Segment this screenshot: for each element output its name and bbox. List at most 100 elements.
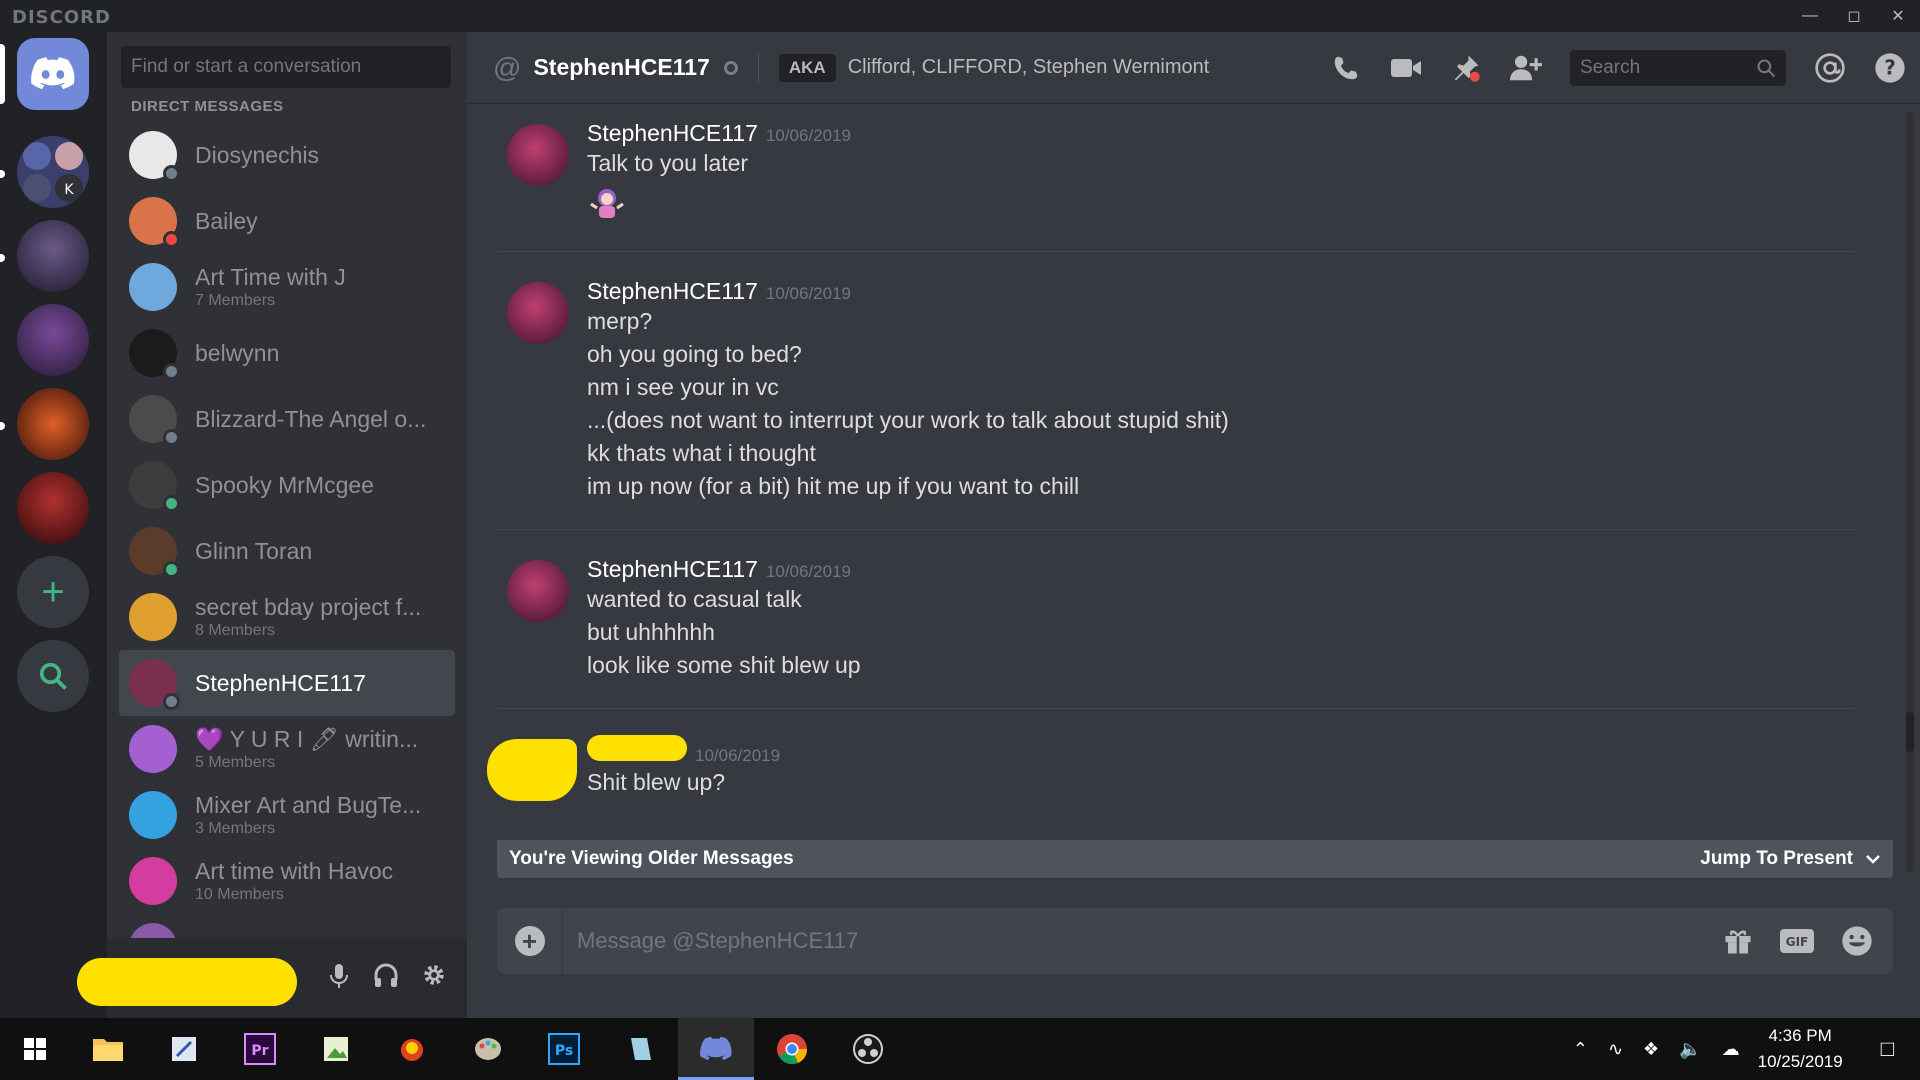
server-icon[interactable]: [17, 472, 89, 544]
header-search-input[interactable]: Search: [1570, 50, 1786, 86]
redacted-author[interactable]: [587, 735, 687, 761]
dm-item[interactable]: Diosynechis: [119, 122, 455, 188]
gif-icon[interactable]: GIF: [1779, 928, 1815, 954]
server-icon[interactable]: [17, 220, 89, 292]
avatar: [129, 461, 180, 512]
discord-icon: [700, 1036, 732, 1060]
system-clock[interactable]: 4:36 PM 10/25/2019: [1758, 1023, 1843, 1075]
server-icon[interactable]: [17, 388, 89, 460]
message-scrollbar[interactable]: [1906, 112, 1914, 872]
svg-text:Pr: Pr: [251, 1043, 268, 1059]
dm-item[interactable]: Blizzard-The Angel o...: [119, 386, 455, 452]
avatar[interactable]: [507, 560, 569, 622]
headphones-icon[interactable]: [373, 962, 399, 990]
jump-to-present-button[interactable]: Jump To Present: [1700, 848, 1881, 870]
dm-item-name: Glinn Toran: [195, 537, 313, 564]
avatar: [129, 857, 177, 905]
avatar: [129, 197, 180, 248]
chevron-up-icon[interactable]: ⌃: [1573, 1039, 1588, 1060]
dm-item-name: StephenHCE117: [195, 669, 366, 696]
microphone-icon[interactable]: [327, 962, 351, 990]
cloud-upload-icon[interactable]: ☁: [1722, 1039, 1740, 1060]
message-author[interactable]: StephenHCE117: [587, 278, 758, 305]
paint-app-button[interactable]: [146, 1018, 222, 1080]
folder-icon: [93, 1039, 123, 1061]
scrollbar-thumb[interactable]: [1906, 712, 1914, 752]
message-input[interactable]: [563, 928, 1723, 954]
message-group: StephenHCE117 10/06/2019 wanted to casual …: [497, 556, 1855, 682]
settings-gear-icon[interactable]: [421, 962, 447, 988]
premiere-button[interactable]: Pr: [222, 1018, 298, 1080]
help-icon: ?: [1875, 53, 1905, 83]
older-messages-bar[interactable]: You're Viewing Older Messages Jump To Pr…: [497, 840, 1893, 878]
active-indicator: [0, 44, 5, 104]
close-icon[interactable]: ✕: [1876, 0, 1920, 32]
message-author[interactable]: StephenHCE117: [587, 556, 758, 583]
home-button[interactable]: [17, 38, 89, 110]
pinned-messages-button[interactable]: [1436, 32, 1496, 104]
avatar[interactable]: [507, 282, 569, 344]
dm-item[interactable]: Mixer Art and BugTe... 3 Members: [119, 782, 455, 848]
dm-item-members: 10 Members: [195, 886, 284, 903]
avatar: [129, 263, 177, 311]
chat-header: @ StephenHCE117 AKA Clifford, CLIFFORD, …: [467, 32, 1920, 104]
dm-item[interactable]: 💜 Y U R I 🖊 writin... 5 Members: [119, 716, 455, 782]
add-friend-to-dm-button[interactable]: [1496, 32, 1556, 104]
obs-button[interactable]: [830, 1018, 906, 1080]
dm-item-name: secret bday project f...: [195, 594, 422, 620]
add-server-button[interactable]: +: [17, 556, 89, 628]
paint-tool-button[interactable]: [450, 1018, 526, 1080]
mentions-button[interactable]: [1800, 32, 1860, 104]
start-button[interactable]: [0, 1018, 70, 1080]
server-icon[interactable]: [17, 304, 89, 376]
message-text: Shit blew up?: [587, 769, 726, 795]
dm-item[interactable]: Art time with Havoc 10 Members: [119, 848, 455, 914]
avatar[interactable]: [507, 124, 569, 186]
dm-item[interactable]: Bailey: [119, 188, 455, 254]
svg-text:GIF: GIF: [1786, 935, 1809, 949]
chrome-icon: [777, 1034, 808, 1065]
wifi-icon[interactable]: ∿: [1608, 1039, 1623, 1060]
file-explorer-button[interactable]: [70, 1018, 146, 1080]
minimize-icon[interactable]: —: [1788, 0, 1832, 32]
game-app-button[interactable]: [374, 1018, 450, 1080]
gift-icon[interactable]: [1723, 926, 1753, 956]
server-folder[interactable]: K: [17, 136, 89, 208]
status-badge: [163, 231, 180, 248]
attach-button[interactable]: +: [497, 908, 563, 974]
photoshop-button[interactable]: Ps: [526, 1018, 602, 1080]
video-call-button[interactable]: [1376, 32, 1436, 104]
dm-item[interactable]: secret bday project f... 8 Members: [119, 584, 455, 650]
message-text: oh you going to bed?: [587, 341, 802, 367]
emoji-smile-icon[interactable]: [1841, 925, 1873, 957]
maximize-icon[interactable]: ◻: [1832, 0, 1876, 32]
dm-item-name: Spooky MrMcgee: [195, 471, 374, 498]
notes-app-button[interactable]: [602, 1018, 678, 1080]
dropbox-icon[interactable]: ❖: [1643, 1039, 1659, 1060]
volume-icon[interactable]: 🔈: [1679, 1039, 1701, 1060]
chrome-button[interactable]: [754, 1018, 830, 1080]
message-author[interactable]: StephenHCE117: [587, 120, 758, 147]
dm-item[interactable]: Spooky MrMcgee: [119, 452, 455, 518]
status-badge: [163, 693, 180, 710]
explore-servers-button[interactable]: [17, 640, 89, 712]
paint-icon: [172, 1037, 196, 1061]
phone-call-icon: [1334, 56, 1358, 80]
dm-item[interactable]: Glinn Toran: [119, 518, 455, 584]
discord-taskbar-button[interactable]: [678, 1018, 754, 1080]
notifications-icon[interactable]: □: [1881, 1036, 1894, 1062]
avatar: [129, 395, 180, 446]
header-divider: [757, 52, 759, 83]
dm-item[interactable]: Art Time with J 7 Members: [119, 254, 455, 320]
avatar: [129, 131, 180, 182]
dm-item[interactable]: belwynn: [119, 320, 455, 386]
redacted-avatar[interactable]: [487, 739, 577, 801]
voice-call-button[interactable]: [1316, 32, 1376, 104]
title-bar: DISCORD — ◻ ✕: [0, 0, 1920, 32]
avatar: [129, 659, 180, 710]
custom-emoji-icon[interactable]: [587, 184, 1855, 225]
find-conversation-input[interactable]: Find or start a conversation: [121, 46, 451, 88]
help-button[interactable]: ?: [1860, 32, 1920, 104]
dm-item[interactable]: StephenHCE117: [119, 650, 455, 716]
image-editor-button[interactable]: [298, 1018, 374, 1080]
